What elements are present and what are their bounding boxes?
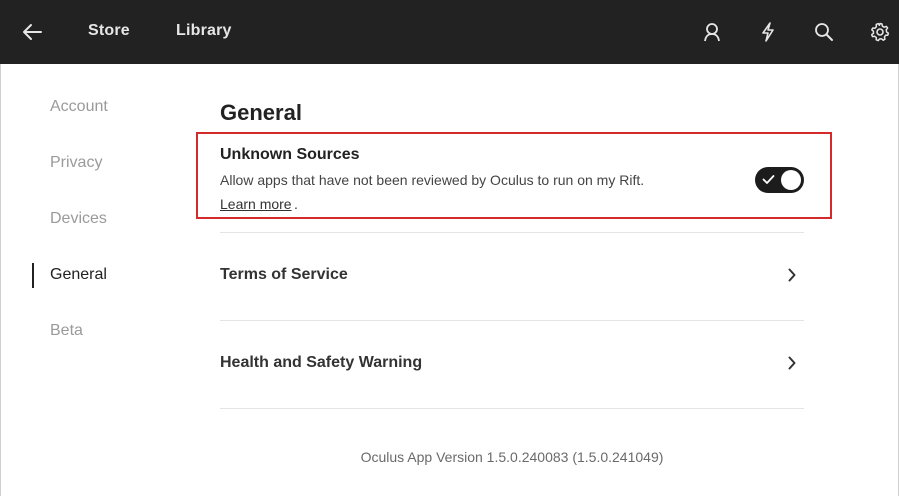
check-icon — [762, 175, 775, 184]
divider — [220, 232, 804, 233]
active-indicator — [32, 263, 34, 288]
unknown-sources-toggle[interactable] — [755, 167, 804, 193]
sidebar-item-devices[interactable]: Devices — [50, 210, 107, 228]
gear-icon — [870, 22, 890, 42]
chevron-right-icon — [788, 268, 796, 282]
health-safety-label: Health and Safety Warning — [220, 354, 423, 371]
page-title: General — [220, 100, 302, 125]
divider — [220, 320, 804, 321]
back-button[interactable] — [16, 18, 48, 46]
sidebar-item-account[interactable]: Account — [50, 98, 108, 116]
notifications-button[interactable] — [754, 18, 782, 46]
lightning-icon — [762, 22, 774, 42]
learn-more-link[interactable]: Learn more — [220, 196, 292, 212]
sidebar-item-beta[interactable]: Beta — [50, 322, 83, 340]
sidebar-item-privacy[interactable]: Privacy — [50, 154, 102, 172]
top-bar: Store Library — [0, 0, 899, 64]
health-safety-row[interactable]: Health and Safety Warning — [220, 344, 804, 384]
tab-library[interactable]: Library — [176, 22, 232, 40]
unknown-sources-description: Allow apps that have not been reviewed b… — [220, 172, 645, 188]
user-button[interactable] — [698, 18, 726, 46]
app-version: Oculus App Version 1.5.0.240083 (1.5.0.2… — [360, 449, 664, 465]
sidebar-item-general[interactable]: General — [50, 266, 107, 284]
terms-of-service-label: Terms of Service — [220, 266, 348, 283]
settings-button[interactable] — [866, 18, 894, 46]
search-button[interactable] — [810, 18, 838, 46]
arrow-left-icon — [23, 24, 42, 40]
tab-store[interactable]: Store — [88, 22, 130, 40]
learn-more-suffix: . — [294, 196, 298, 212]
search-icon — [815, 23, 833, 41]
terms-of-service-row[interactable]: Terms of Service — [220, 256, 804, 296]
unknown-sources-title: Unknown Sources — [220, 146, 360, 163]
chevron-right-icon — [788, 356, 796, 370]
divider — [220, 408, 804, 409]
toggle-knob — [781, 170, 801, 190]
user-icon — [704, 23, 720, 42]
